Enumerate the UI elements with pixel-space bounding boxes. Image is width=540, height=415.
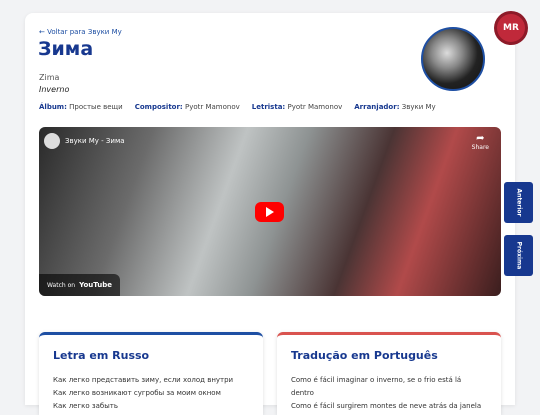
watch-on-youtube[interactable]: Watch on YouTube xyxy=(39,274,121,296)
artist-avatar xyxy=(421,27,485,91)
title-translation: Inverno xyxy=(39,85,70,94)
transliteration: Zima xyxy=(39,73,60,82)
previous-song-tab[interactable]: Anterior xyxy=(504,182,533,223)
share-icon: ➦ xyxy=(476,133,485,144)
channel-avatar-icon[interactable] xyxy=(44,133,60,149)
lyric-line: Como é fácil imaginar o inverno, se o fr… xyxy=(291,376,462,384)
russian-lyrics-panel: Letra em Russo Как легко представить зим… xyxy=(39,332,263,415)
play-button[interactable] xyxy=(255,202,284,222)
lyric-line: Como é fácil surgirem montes de neve atr… xyxy=(291,402,482,410)
song-title: Зима xyxy=(38,38,94,60)
album-info: Álbum: Простые вещи xyxy=(39,103,123,111)
brand-logo[interactable]: MR xyxy=(497,14,525,42)
share-button[interactable]: ➦ Share xyxy=(472,133,489,151)
lyric-line: Как легко представить зиму, если холод в… xyxy=(53,376,234,384)
back-link[interactable]: ← Voltar para Звуки Му xyxy=(39,28,122,36)
lyricist-info: Letrista: Pyotr Mamonov xyxy=(251,103,343,111)
arranger-info: Arranjador: Звуки Му xyxy=(354,103,436,111)
lyric-line: dentro xyxy=(291,389,314,397)
composer-info: Compositor: Pyotr Mamonov xyxy=(134,103,240,111)
video-player[interactable]: Звуки Му - Зима ➦ Share Watch on YouTube xyxy=(39,127,501,296)
portuguese-lyrics-panel: Tradução em Português Como é fácil imagi… xyxy=(277,332,501,415)
video-title[interactable]: Звуки Му - Зима xyxy=(65,137,125,145)
song-metadata: Álbum: Простые вещи Compositor: Pyotr Ma… xyxy=(39,103,436,111)
youtube-logo: YouTube xyxy=(79,281,113,289)
russian-lyrics-heading: Letra em Russo xyxy=(53,349,150,362)
next-song-tab[interactable]: Próxima xyxy=(504,235,533,276)
portuguese-lyrics-heading: Tradução em Português xyxy=(291,349,438,362)
play-icon xyxy=(265,207,274,217)
lyric-line: Как легко забыть xyxy=(53,402,118,410)
lyric-line: Как легко возникают сугробы за моим окно… xyxy=(53,389,221,397)
